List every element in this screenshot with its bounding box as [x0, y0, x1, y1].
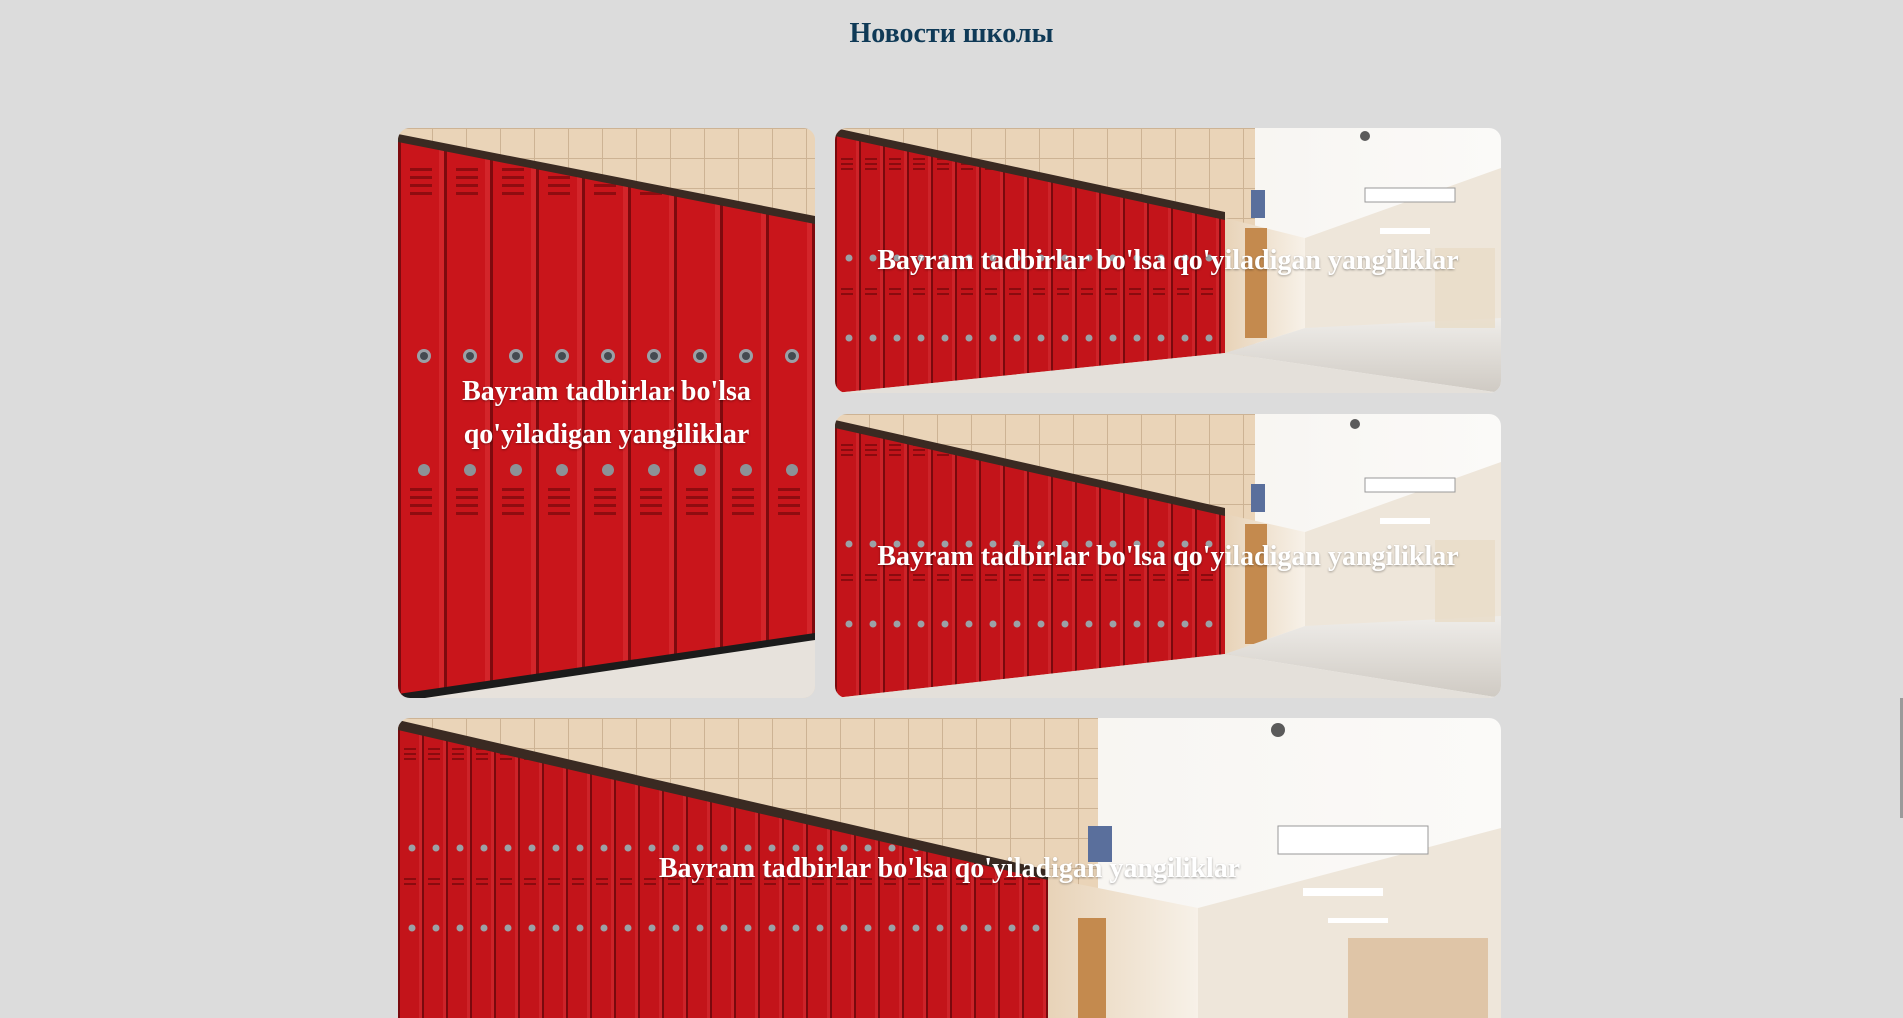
news-card[interactable]: Bayram tadbirlar bo'lsa qo'yiladigan yan…: [398, 718, 1501, 1018]
news-caption: Bayram tadbirlar bo'lsa qo'yiladigan yan…: [877, 540, 1459, 572]
news-caption: Bayram tadbirlar bo'lsa qo'yiladigan yan…: [462, 376, 751, 450]
page-title: Новости школы: [849, 18, 1054, 49]
news-caption: Bayram tadbirlar bo'lsa qo'yiladigan yan…: [877, 245, 1459, 276]
news-card[interactable]: Bayram tadbirlar bo'lsa qo'yiladigan yan…: [398, 128, 815, 698]
news-caption: Bayram tadbirlar bo'lsa qo'yiladigan yan…: [658, 852, 1241, 884]
news-card[interactable]: Bayram tadbirlar bo'lsa qo'yiladigan yan…: [835, 128, 1501, 393]
news-card[interactable]: Bayram tadbirlar bo'lsa qo'yiladigan yan…: [835, 414, 1501, 698]
